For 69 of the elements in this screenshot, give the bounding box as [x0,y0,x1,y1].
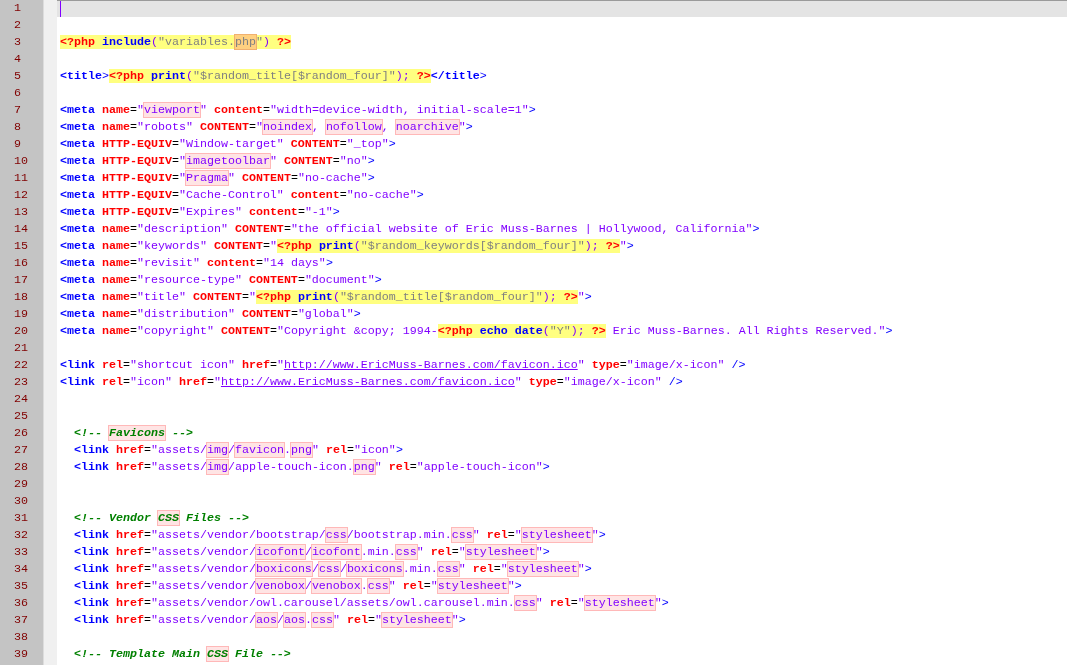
line-number: 30 [14,494,28,509]
code-line: <link href="assets/img/favicon.png" rel="icon"> [74,443,403,458]
line-number: 39 [14,647,28,662]
line-number: 8 [14,120,21,135]
line-number: 11 [14,171,28,186]
code-line: <link href="assets/vendor/boxicons/css/boxicons.min.css" rel="stylesheet"> [74,562,592,577]
code-line: <meta name="revisit" content="14 days"> [60,256,333,271]
code-line: <meta HTTP-EQUIV="Cache-Control" content="no-cache"> [60,188,424,203]
code-line: <meta name="keywords" CONTENT="<?php print("$random_keywords[$random_four]"); ?>"> [60,239,634,254]
line-number: 15 [14,239,28,254]
line-number: 38 [14,630,28,645]
code-line: <meta HTTP-EQUIV="imagetoolbar" CONTENT="no"> [60,154,375,169]
line-number: 28 [14,460,28,475]
line-number: 20 [14,324,28,339]
line-number: 32 [14,528,28,543]
line-number: 12 [14,188,28,203]
code-line: <!-- Template Main CSS File --> [74,647,291,662]
line-number: 35 [14,579,28,594]
code-line: <link href="assets/img/apple-touch-icon.png" rel="apple-touch-icon"> [74,460,550,475]
text-cursor [60,1,61,17]
line-number: 6 [14,86,21,101]
line-number: 19 [14,307,28,322]
code-line: <meta name="resource-type" CONTENT="document"> [60,273,382,288]
line-number: 10 [14,154,28,169]
code-line: <link href="assets/vendor/bootstrap/css/bootstrap.min.css" rel="stylesheet"> [74,528,606,543]
code-line: <?php include("variables.php") ?> [60,35,291,50]
line-number: 16 [14,256,28,271]
code-line: <meta name="distribution" CONTENT="global"> [60,307,361,322]
line-number: 33 [14,545,28,560]
line-number: 9 [14,137,21,152]
code-line: <meta name="copyright" CONTENT="Copyright &copy; 1994-<?php echo date("Y"); ?> Eric Muss-Barnes. All Rights Reserved."> [60,324,893,339]
line-number: 36 [14,596,28,611]
code-line: <link href="assets/vendor/icofont/icofont.min.css" rel="stylesheet"> [74,545,550,560]
code-line: <meta name="description" CONTENT="the official website of Eric Muss-Barnes | Hollywood, California"> [60,222,760,237]
line-number: 17 [14,273,28,288]
code-line: <link href="assets/vendor/owl.carousel/assets/owl.carousel.min.css" rel="stylesheet"> [74,596,669,611]
line-number: 14 [14,222,28,237]
code-line: <meta name="title" CONTENT="<?php print("$random_title[$random_four]"); ?>"> [60,290,592,305]
line-number: 31 [14,511,28,526]
line-number: 1 [14,1,21,16]
line-number: 4 [14,52,21,67]
line-number: 22 [14,358,28,373]
code-line: <link href="assets/vendor/venobox/venobox.css" rel="stylesheet"> [74,579,522,594]
line-number: 21 [14,341,28,356]
code-line: <meta HTTP-EQUIV="Window-target" CONTENT="_top"> [60,137,396,152]
code-line: <meta name="robots" CONTENT="noindex, nofollow, noarchive"> [60,120,473,135]
line-number: 24 [14,392,28,407]
code-line: <link href="assets/vendor/aos/aos.css" rel="stylesheet"> [74,613,466,628]
line-number: 3 [14,35,21,50]
line-number: 23 [14,375,28,390]
line-number: 5 [14,69,21,84]
code-line: <meta name="viewport" content="width=device-width, initial-scale=1"> [60,103,536,118]
code-line: <!-- Vendor CSS Files --> [74,511,249,526]
line-number: 29 [14,477,28,492]
line-number: 2 [14,18,21,33]
line-number: 13 [14,205,28,220]
line-number: 34 [14,562,28,577]
line-number: 7 [14,103,21,118]
code-line: <title><?php print("$random_title[$random_four]"); ?></title> [60,69,487,84]
code-line: <!-- Favicons --> [74,426,193,441]
code-line: <meta HTTP-EQUIV="Expires" content="-1"> [60,205,340,220]
line-number: 37 [14,613,28,628]
code-line: <link rel="icon" href="http://www.EricMuss-Barnes.com/favicon.ico" type="image/x-icon" /> [60,375,683,390]
code-line: <meta HTTP-EQUIV="Pragma" CONTENT="no-cache"> [60,171,375,186]
line-number: 25 [14,409,28,424]
code-line: <link rel="shortcut icon" href="http://www.EricMuss-Barnes.com/favicon.ico" type="image/x-icon" /> [60,358,746,373]
line-number: 27 [14,443,28,458]
line-number: 26 [14,426,28,441]
line-number: 18 [14,290,28,305]
